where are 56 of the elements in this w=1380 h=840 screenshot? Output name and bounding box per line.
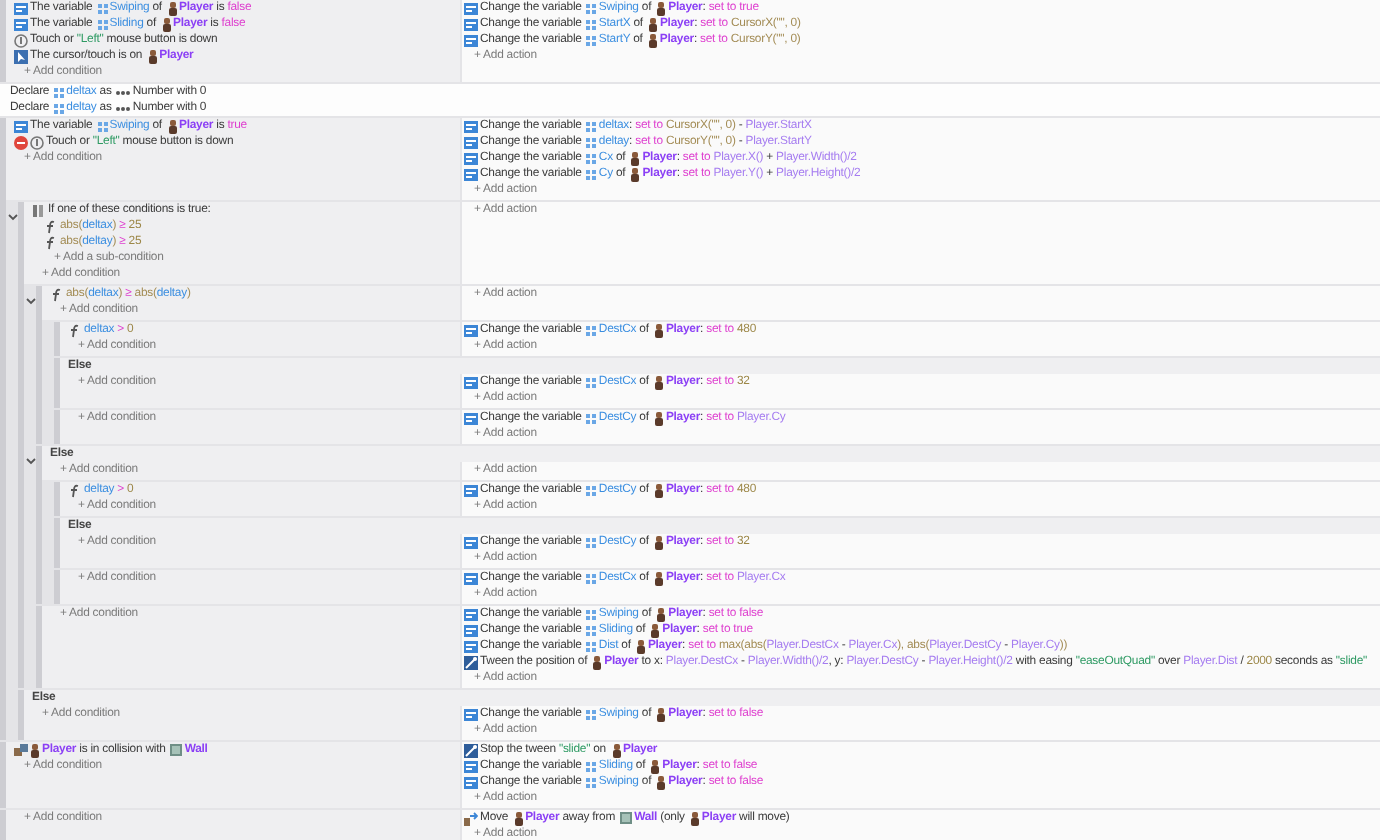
character-icon — [513, 811, 524, 825]
variable-scope-icon — [97, 3, 108, 13]
character-icon — [656, 707, 667, 721]
function-icon — [50, 287, 64, 301]
variable-scope-icon — [586, 169, 597, 179]
touch-icon — [30, 135, 44, 149]
variable-scope-icon — [586, 641, 597, 651]
variable-scope-icon — [586, 625, 597, 635]
variable-scope-icon — [586, 325, 597, 335]
character-icon — [635, 639, 646, 653]
variable-scope-icon — [586, 537, 597, 547]
character-icon — [592, 655, 603, 669]
character-icon — [30, 743, 40, 757]
variable-scope-icon — [54, 103, 65, 113]
move-icon — [464, 811, 478, 825]
variable-scope-icon — [586, 761, 597, 771]
variable-scope-icon — [586, 777, 597, 787]
touch-icon — [14, 33, 28, 47]
number-type-icon — [116, 105, 131, 111]
variable-scope-icon — [97, 121, 108, 131]
character-icon — [653, 535, 664, 549]
variable-scope-icon — [586, 377, 597, 387]
or-group-icon — [32, 203, 46, 217]
character-icon — [653, 483, 664, 497]
chevron-icon[interactable] — [25, 456, 35, 466]
number-type-icon — [116, 89, 131, 95]
character-icon — [689, 811, 700, 825]
character-icon — [167, 119, 177, 133]
character-icon — [653, 323, 664, 337]
variable-scope-icon — [54, 87, 65, 97]
variable-scope-icon — [586, 573, 597, 583]
chevron-icon[interactable] — [7, 212, 17, 222]
variable-scope-icon — [97, 19, 108, 29]
tile-icon — [170, 744, 183, 756]
character-icon — [653, 411, 664, 425]
variable-scope-icon — [586, 709, 597, 719]
variable-scope-icon — [586, 121, 597, 131]
variable-scope-icon — [586, 3, 597, 13]
character-icon — [653, 571, 664, 585]
character-icon — [611, 743, 621, 757]
character-icon — [147, 49, 158, 63]
function-icon — [68, 483, 82, 497]
collision-icon — [14, 743, 28, 757]
variable-scope-icon — [586, 485, 597, 495]
variable-scope-icon — [586, 609, 597, 619]
variable-icon — [14, 119, 28, 133]
variable-scope-icon — [586, 19, 597, 29]
variable-scope-icon — [586, 137, 597, 147]
variable-scope-icon — [586, 153, 597, 163]
function-icon — [68, 323, 82, 337]
variable-scope-icon — [586, 413, 597, 423]
chevron-icon[interactable] — [25, 296, 35, 306]
character-icon — [653, 375, 664, 389]
variable-scope-icon — [586, 35, 597, 45]
cursor-icon — [14, 49, 28, 63]
tile-icon — [620, 812, 633, 824]
